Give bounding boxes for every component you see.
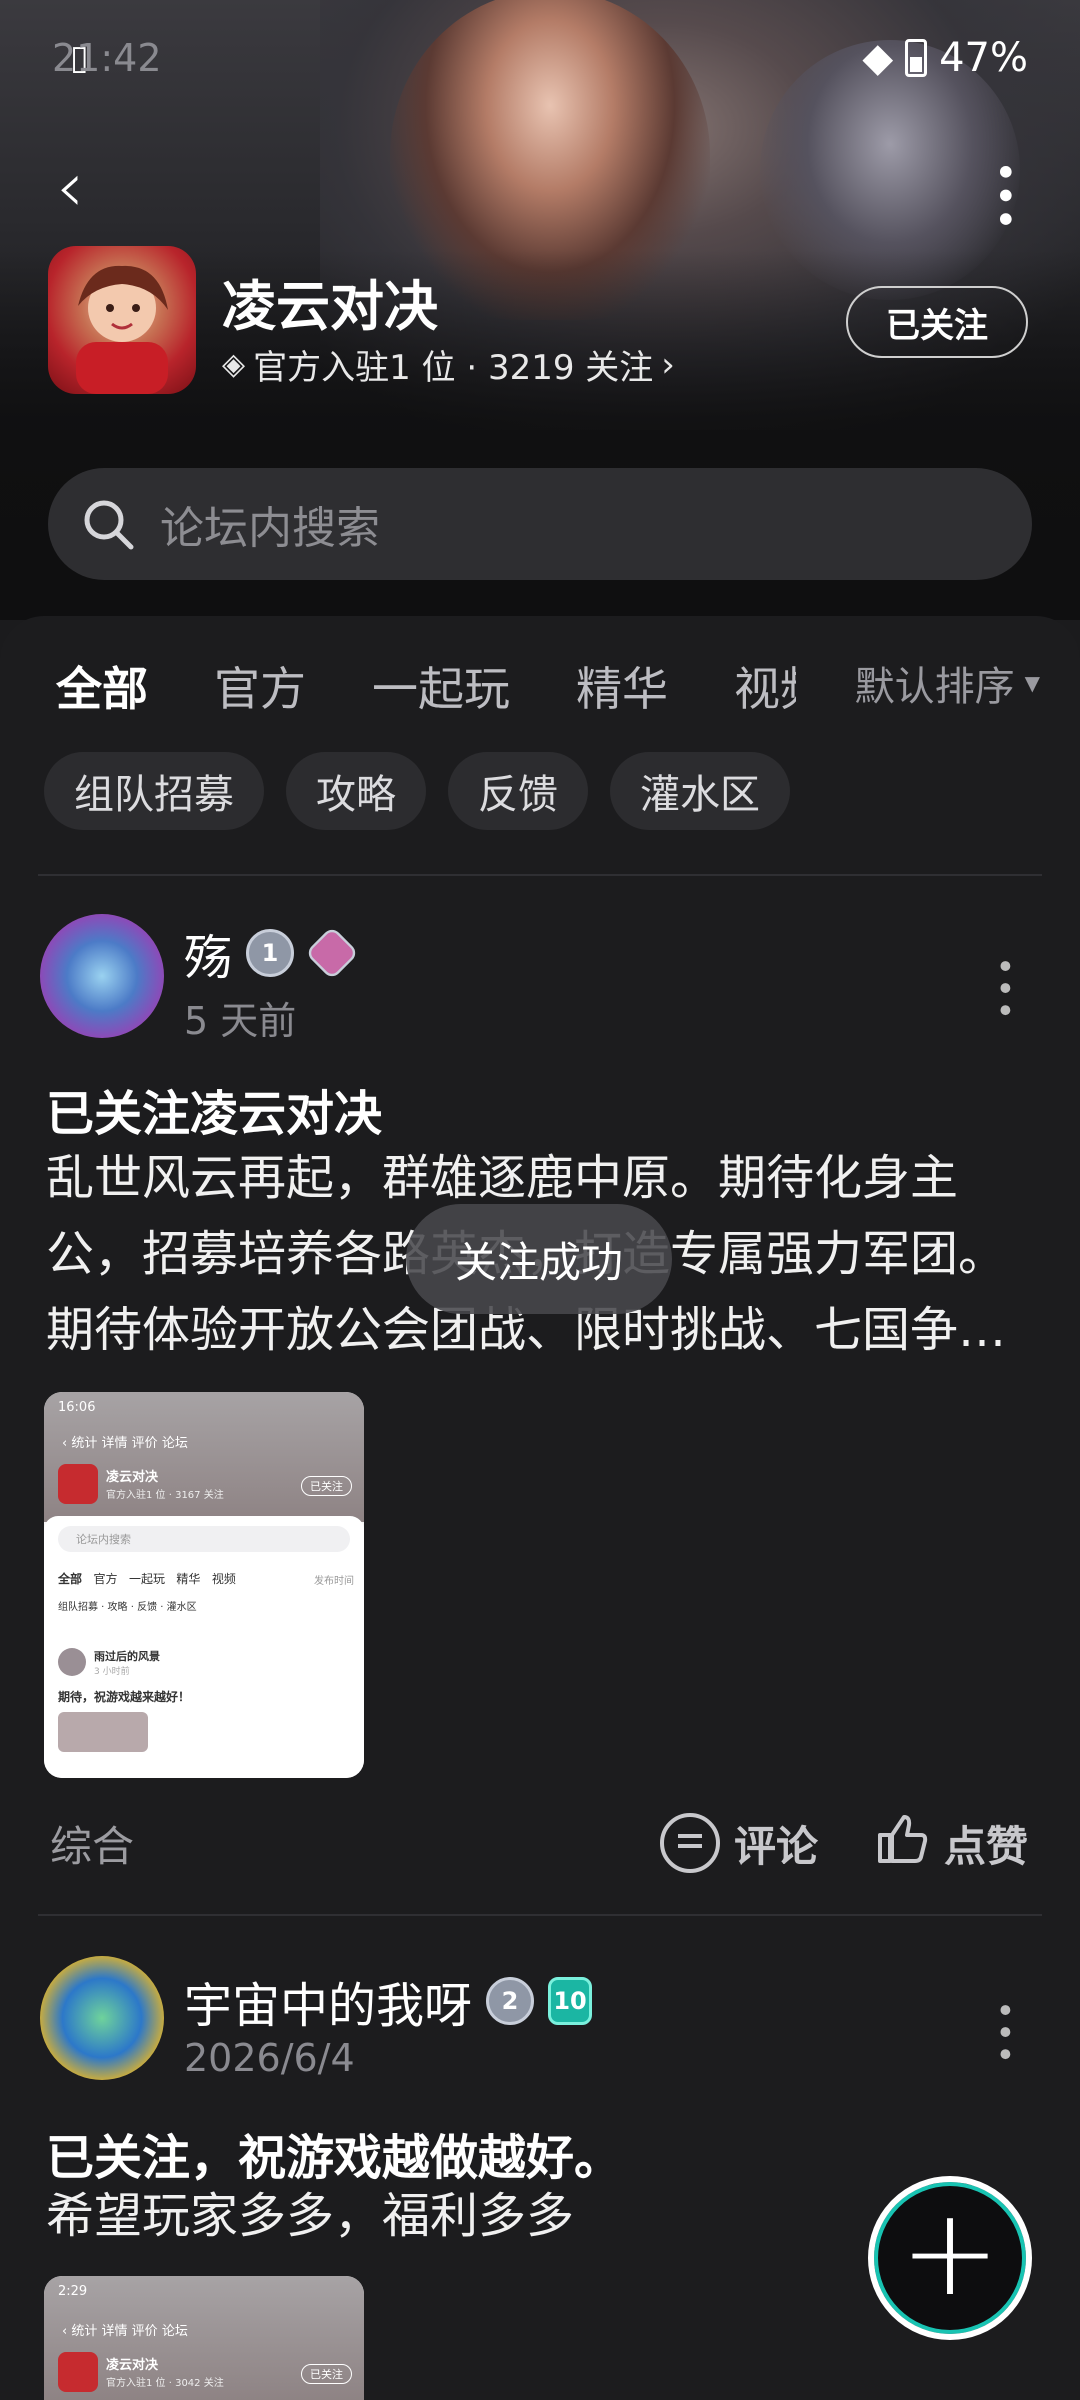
avatar[interactable] <box>40 1956 164 2080</box>
thumb-followed: 已关注 <box>301 1476 352 1496</box>
game-character-art <box>76 265 168 394</box>
game-title: 凌云对决 <box>222 275 438 338</box>
follow-button[interactable]: 已关注 <box>846 286 1028 358</box>
like-label: 点赞 <box>943 1821 1028 1871</box>
chip-guides[interactable]: 攻略 <box>286 752 426 830</box>
search-placeholder: 论坛内搜索 <box>160 503 380 554</box>
thumbs-up-icon <box>874 1811 930 1876</box>
avatar[interactable] <box>40 914 164 1038</box>
post-more-button[interactable]: ••• <box>984 2000 1024 2066</box>
tab-all[interactable]: 全部 <box>56 653 148 725</box>
thumb-game-sub: 官方入驻1 位 · 3042 关注 <box>106 2378 224 2389</box>
post-title[interactable]: 已关注凌云对决 <box>46 1074 382 1144</box>
thumb-nav: ‹ 统计 详情 评价 论坛 <box>62 1436 188 1451</box>
thumb-nav: ‹ 统计 详情 评价 论坛 <box>62 2324 188 2339</box>
chip-chat[interactable]: 灌水区 <box>610 752 790 830</box>
chip-feedback[interactable]: 反馈 <box>448 752 588 830</box>
divider <box>38 1914 1042 1916</box>
tab-video[interactable]: 视频 <box>734 653 796 719</box>
thumb-game-sub: 官方入驻1 位 · 3167 关注 <box>106 1490 224 1501</box>
game-stats-text: 官方入驻1 位 · 3219 关注 <box>253 348 654 388</box>
thumb-sort: 发布时间 <box>314 1576 354 1587</box>
more-vertical-icon: ••• <box>981 160 1027 231</box>
caret-down-icon: ▼ <box>1024 671 1040 695</box>
sort-dropdown[interactable]: 默认排序 ▼ <box>855 654 1040 712</box>
search-input[interactable]: 论坛内搜索 <box>48 468 1032 580</box>
tab-bar: 全部 官方 一起玩 精华 视频 <box>56 646 862 726</box>
game-stats[interactable]: ◈ 官方入驻1 位 · 3219 关注 › <box>222 340 675 389</box>
thumb-text: 期待，祝游戏越来越好！ <box>58 1690 191 1704</box>
post-category[interactable]: 综合 <box>50 1813 134 1874</box>
thumb-search: 论坛内搜索 <box>76 1533 131 1546</box>
divider <box>38 874 1042 876</box>
thumb-time: 2:29 <box>58 2284 88 2299</box>
toast-message: 关注成功 <box>406 1204 672 1314</box>
post-footer: 综合 评论 点赞 <box>50 1808 1028 1878</box>
thumb-game-icon <box>58 2352 98 2392</box>
thumb-image <box>58 1712 148 1752</box>
thumb-followed: 已关注 <box>301 2364 352 2384</box>
diamond-icon: ◈ <box>222 347 246 382</box>
comment-label: 评论 <box>733 1821 818 1871</box>
username-text: 宇宙中的我呀 <box>184 1978 473 2034</box>
plus-icon: + <box>899 2184 1001 2323</box>
battery-icon <box>905 39 928 77</box>
thumb-avatar <box>58 1648 86 1676</box>
thumb-tabs: 全部 官方 一起玩 精华 视频 <box>58 1572 236 1586</box>
battery-level: 47% <box>939 35 1028 81</box>
avatar-frame-badge-icon <box>304 925 360 981</box>
post-time: 5 天前 <box>184 999 297 1043</box>
post-image[interactable]: 2:29 ‹ 统计 详情 评价 论坛 凌云对决 官方入驻1 位 · 3042 关… <box>44 2276 364 2400</box>
chevron-left-icon: ‹ <box>56 146 84 228</box>
tab-featured[interactable]: 精华 <box>576 653 668 719</box>
back-button[interactable]: ‹ <box>56 152 84 222</box>
status-bar: 21:42 ▯ ◆ 47% <box>52 28 1028 88</box>
create-post-button[interactable]: + <box>868 2176 1032 2340</box>
thumb-chips: 组队招募 · 攻略 · 反馈 · 灌水区 <box>58 1602 197 1613</box>
category-chips: 组队招募 攻略 反馈 灌水区 <box>44 752 790 830</box>
game-icon[interactable] <box>48 246 196 394</box>
wifi-icon: ◆ <box>862 35 894 81</box>
comment-button[interactable]: 评论 <box>659 1813 818 1874</box>
post-image[interactable]: 16:06 ‹ 统计 详情 评价 论坛 凌云对决 官方入驻1 位 · 3167 … <box>44 1392 364 1778</box>
thumb-time: 16:06 <box>58 1400 96 1415</box>
post-username[interactable]: 宇宙中的我呀 2 10 <box>184 1966 593 2036</box>
tab-play-together[interactable]: 一起玩 <box>372 653 510 719</box>
search-icon <box>80 496 136 552</box>
user-rank-badge: 1 <box>246 929 295 977</box>
user-rank-badge: 2 <box>486 1977 535 2025</box>
post-more-button[interactable]: ••• <box>984 956 1024 1022</box>
post-time: 2026/6/4 <box>184 2036 355 2080</box>
thumb-user: 雨过后的风景 <box>94 1650 160 1663</box>
post-username[interactable]: 殇 1 <box>184 918 360 988</box>
thumb-game: 凌云对决 <box>106 1470 159 1485</box>
like-button[interactable]: 点赞 <box>874 1811 1028 1876</box>
more-options-button[interactable]: ••• <box>981 160 1027 231</box>
sort-label: 默认排序 <box>854 664 1015 710</box>
username-text: 殇 <box>184 930 233 986</box>
user-level-badge: 10 <box>548 1977 593 2025</box>
chevron-right-icon: › <box>661 344 675 385</box>
thumb-game-icon <box>58 1464 98 1504</box>
chip-team-recruit[interactable]: 组队招募 <box>44 752 264 830</box>
comment-icon <box>659 1813 720 1873</box>
thumb-game: 凌云对决 <box>106 2358 159 2373</box>
tab-official[interactable]: 官方 <box>214 653 306 719</box>
status-time: 21:42 <box>52 36 162 80</box>
thumb-user-time: 3 小时前 <box>94 1667 130 1677</box>
